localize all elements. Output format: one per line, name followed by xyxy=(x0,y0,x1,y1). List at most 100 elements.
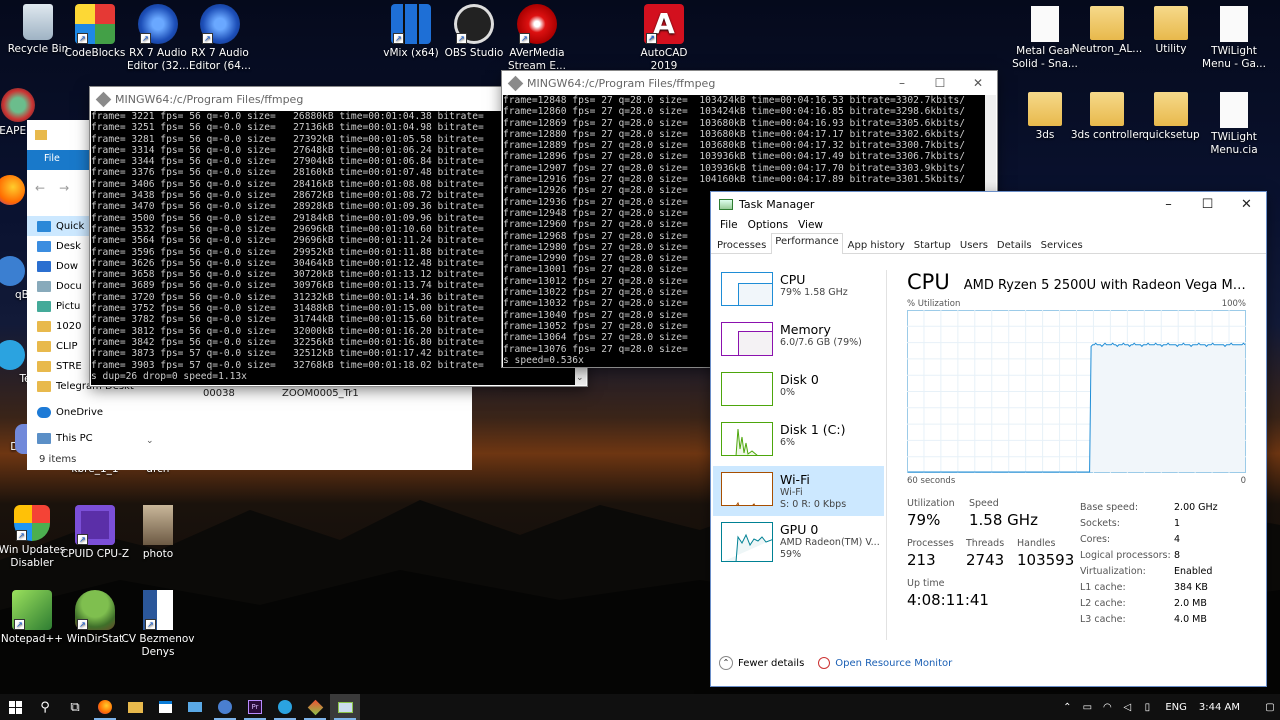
tab-performance[interactable]: Performance xyxy=(771,233,843,254)
resource-monitor-icon xyxy=(818,657,831,669)
maximize-icon[interactable]: ☐ xyxy=(921,76,959,90)
taskbar-browser[interactable] xyxy=(210,694,240,720)
maximize-icon[interactable]: ☐ xyxy=(1188,197,1227,212)
taskbar-task-manager[interactable] xyxy=(330,694,360,720)
spec-row: L3 cache: 4.0 MB xyxy=(1080,614,1250,630)
notepadpp-icon: ↗ xyxy=(12,590,52,630)
mail-icon xyxy=(188,702,202,712)
clock[interactable]: 3:44 AM xyxy=(1199,702,1240,713)
search-button[interactable]: ⚲ xyxy=(30,694,60,720)
folder-icon xyxy=(37,360,51,372)
spec-key: Logical processors: xyxy=(1080,550,1171,561)
graph-labels-top: % Utilization 100% xyxy=(907,299,1246,309)
resource-name: Disk 0 xyxy=(780,372,819,387)
task-manager-menubar: File Options View xyxy=(711,216,1266,234)
forward-arrow-icon[interactable]: → xyxy=(59,181,69,195)
resource-item-disk0[interactable]: Disk 0 0% xyxy=(713,366,884,416)
document-icon xyxy=(37,280,51,292)
desktop-icon-photo[interactable]: photo xyxy=(120,505,196,561)
minimize-icon[interactable]: – xyxy=(1149,197,1188,212)
menu-options[interactable]: Options xyxy=(748,219,789,231)
desktop-icon-autocad[interactable]: A ↗ AutoCAD 2019 xyxy=(626,4,702,73)
resource-item-cpu[interactable]: CPU 79% 1.58 GHz xyxy=(713,266,884,316)
scroll-down-icon[interactable]: ⌄ xyxy=(576,373,584,383)
spec-row: Base speed: 2.00 GHz xyxy=(1080,502,1250,518)
taskbar-firefox[interactable] xyxy=(90,694,120,720)
spec-key: L1 cache: xyxy=(1080,582,1126,593)
spec-value: 2.0 MB xyxy=(1174,598,1207,609)
folder-icon xyxy=(35,130,47,140)
desktop-icon-cv-document[interactable]: ↗ CV Bezmenov Denys xyxy=(120,590,196,659)
explorer-row-name[interactable]: ZOOM0005_Tr1 xyxy=(282,388,359,399)
cpu-utilization-graph xyxy=(907,310,1246,473)
store-icon xyxy=(158,701,172,713)
wifi-tray-icon[interactable]: ◠ xyxy=(1097,702,1117,713)
desktop-icon-twilight-menu[interactable]: TWiLight Menu - Ga... xyxy=(1196,6,1272,71)
desktop-icon-rx7-64[interactable]: ↗ RX 7 Audio Editor (64... xyxy=(182,4,258,73)
chevron-up-icon[interactable]: ⌃ xyxy=(719,656,733,670)
taskbar-telegram[interactable] xyxy=(270,694,300,720)
taskbar-git-bash[interactable] xyxy=(300,694,330,720)
network-tray-icon[interactable]: ▭ xyxy=(1077,702,1097,713)
stat-utilization: 79% xyxy=(907,511,941,529)
nav-label: CLIP xyxy=(56,340,78,352)
desktop-icon-twilight-cia[interactable]: TWiLight Menu.cia xyxy=(1196,92,1272,157)
nav-label: This PC xyxy=(56,432,93,444)
menu-file[interactable]: File xyxy=(720,219,738,231)
menu-view[interactable]: View xyxy=(798,219,823,231)
resource-item-memory[interactable]: Memory 6.0/7.6 GB (79%) xyxy=(713,316,884,366)
resource-detail: AMD Radeon(TM) V... xyxy=(780,537,880,548)
nav-item-this-pc[interactable]: This PC xyxy=(27,428,155,448)
resource-name: Disk 1 (C:) xyxy=(780,422,846,437)
windows-logo-icon xyxy=(8,700,22,714)
volume-tray-icon[interactable]: ◁ xyxy=(1117,702,1137,713)
tab-startup[interactable]: Startup xyxy=(910,237,955,253)
back-arrow-icon[interactable]: ← xyxy=(35,181,45,195)
tab-processes[interactable]: Processes xyxy=(713,237,770,253)
task-manager-window[interactable]: Task Manager – ☐ ✕ File Options View Pro… xyxy=(711,192,1266,686)
open-resource-monitor-link[interactable]: Open Resource Monitor xyxy=(835,658,952,669)
fewer-details-link[interactable]: Fewer details xyxy=(738,658,804,669)
tab-services[interactable]: Services xyxy=(1037,237,1087,253)
resource-item-gpu0[interactable]: GPU 0 AMD Radeon(TM) V... 59% xyxy=(713,516,884,576)
taskbar-premiere[interactable]: Pr xyxy=(240,694,270,720)
close-icon[interactable]: ✕ xyxy=(1227,197,1266,212)
notifications-icon[interactable]: ▢ xyxy=(1260,702,1280,713)
cpu-live-stats: Utilization 79% Speed 1.58 GHz Processes 21… xyxy=(907,498,1087,609)
stat-speed: 1.58 GHz xyxy=(969,511,1038,529)
resource-item-wifi[interactable]: Wi-Fi Wi-Fi S: 0 R: 0 Kbps xyxy=(713,466,884,516)
close-icon[interactable]: ✕ xyxy=(959,76,997,90)
language-indicator[interactable]: ENG xyxy=(1165,702,1187,713)
explorer-row-id[interactable]: 00038 xyxy=(203,388,235,399)
tab-users[interactable]: Users xyxy=(956,237,992,253)
folder-icon xyxy=(1090,6,1124,40)
explorer-status-count: 9 items xyxy=(39,454,77,465)
chevron-up-icon[interactable]: ⌃ xyxy=(1057,702,1077,713)
disk1-mini-graph xyxy=(721,422,773,456)
spec-row: Cores: 4 xyxy=(1080,534,1250,550)
tab-app-history[interactable]: App history xyxy=(844,237,909,253)
codeblocks-icon: ↗ xyxy=(75,4,115,44)
cpu-header: CPU AMD Ryzen 5 2500U with Radeon Vega M… xyxy=(907,270,1252,294)
desktop-icon-avermedia[interactable]: ↗ AVerMedia Stream E... xyxy=(499,4,575,73)
spec-key: L2 cache: xyxy=(1080,598,1126,609)
nav-item-onedrive[interactable]: OneDrive xyxy=(27,402,155,422)
resource-item-disk1[interactable]: Disk 1 (C:) 6% xyxy=(713,416,884,466)
minimize-icon[interactable]: – xyxy=(883,76,921,90)
task-manager-footer: ⌃ Fewer details Open Resource Monitor xyxy=(719,656,952,670)
recycle-bin-icon xyxy=(23,4,53,40)
mingw-icon xyxy=(507,75,524,91)
firefox-icon xyxy=(98,700,112,714)
terminal-2-title: MINGW64:/c/Program Files/ffmpeg xyxy=(527,76,716,90)
taskbar-mail[interactable] xyxy=(180,694,210,720)
nav-scroll-down-icon[interactable]: ⌄ xyxy=(146,436,154,446)
task-view-button[interactable]: ⧉ xyxy=(60,694,90,720)
terminal-2-titlebar: MINGW64:/c/Program Files/ffmpeg – ☐ ✕ xyxy=(502,71,997,95)
nav-label: STRE xyxy=(56,360,82,372)
start-button[interactable] xyxy=(0,694,30,720)
taskbar-store[interactable] xyxy=(150,694,180,720)
nav-label: Pictu xyxy=(56,300,81,312)
battery-tray-icon[interactable]: ▯ xyxy=(1137,702,1157,713)
taskbar-file-explorer[interactable] xyxy=(120,694,150,720)
tab-details[interactable]: Details xyxy=(993,237,1036,253)
